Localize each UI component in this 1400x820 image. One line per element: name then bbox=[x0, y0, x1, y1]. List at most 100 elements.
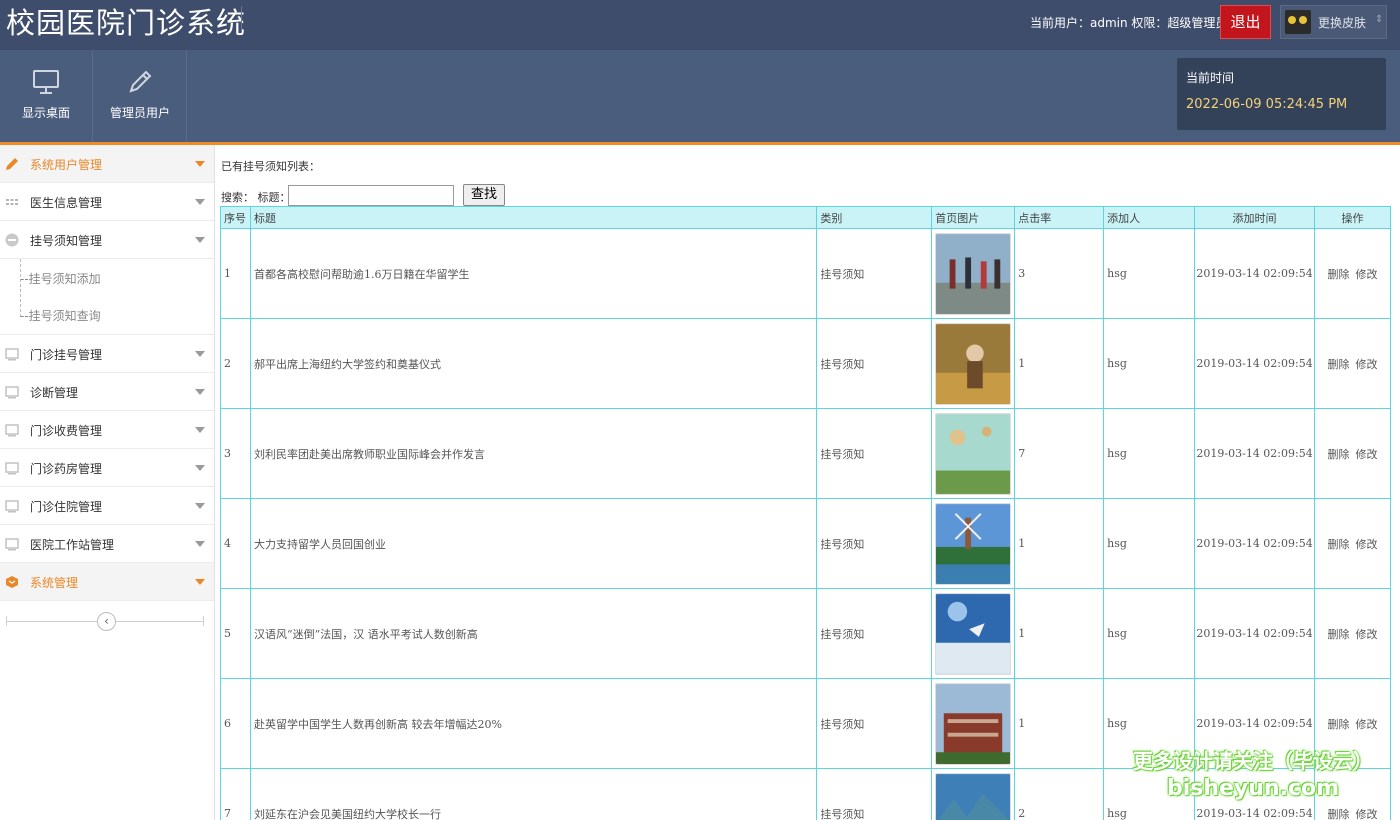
cover-image[interactable] bbox=[935, 772, 1012, 820]
column-header: 类别 bbox=[816, 206, 933, 229]
row-number: 4 bbox=[220, 498, 251, 589]
row-actions: 删除 修改 bbox=[1314, 228, 1391, 319]
delete-link[interactable]: 删除 bbox=[1328, 268, 1350, 281]
sidebar-item-outpatient-pharmacy[interactable]: 门诊药房管理 bbox=[0, 449, 214, 487]
screen-icon bbox=[5, 424, 19, 437]
column-header: 添加人 bbox=[1103, 206, 1196, 229]
cover-image[interactable] bbox=[935, 682, 1012, 765]
pencil-icon bbox=[6, 158, 18, 170]
current-time-value: 2022-06-09 05:24:45 PM bbox=[1186, 97, 1348, 112]
edit-link[interactable]: 修改 bbox=[1356, 358, 1378, 371]
row-actions: 删除 修改 bbox=[1314, 318, 1391, 409]
main-content: 已有挂号须知列表： 搜索： 标题： 查找 序号 标题 类别 首页图片 点击率 添… bbox=[216, 145, 1400, 820]
chevron-down-icon bbox=[195, 161, 205, 167]
change-skin-label: 更换皮肤 bbox=[1318, 16, 1367, 30]
sidebar-subitem-add-notice[interactable]: --挂号须知添加 bbox=[0, 259, 214, 296]
row-time: 2019-03-14 02:09:54 bbox=[1194, 588, 1316, 679]
sidebar-item-label: 挂号须知管理 bbox=[30, 234, 103, 248]
edit-link[interactable]: 修改 bbox=[1356, 538, 1378, 551]
row-title: 大力支持留学人员回国创业 bbox=[249, 498, 818, 589]
sidebar-item-system-users[interactable]: 系统用户管理 bbox=[0, 145, 214, 183]
edit-link[interactable]: 修改 bbox=[1356, 718, 1378, 731]
sidebar-item-label: 门诊挂号管理 bbox=[30, 348, 103, 362]
collapse-sidebar-button[interactable]: ‹ bbox=[97, 612, 116, 631]
change-skin-button[interactable]: 更换皮肤 ⇕ bbox=[1280, 5, 1387, 39]
edit-link[interactable]: 修改 bbox=[1356, 268, 1378, 281]
row-clicks: 1 bbox=[1014, 318, 1105, 409]
title-search-input[interactable] bbox=[288, 185, 454, 206]
grid-icon bbox=[6, 199, 18, 205]
row-time: 2019-03-14 02:09:54 bbox=[1194, 318, 1316, 409]
row-category: 挂号须知 bbox=[816, 498, 933, 589]
row-category: 挂号须知 bbox=[816, 408, 933, 499]
cover-image[interactable] bbox=[935, 412, 1012, 495]
delete-link[interactable]: 删除 bbox=[1328, 358, 1350, 371]
sidebar-item-label: 医生信息管理 bbox=[30, 196, 103, 210]
sidebar-item-label: 医院工作站管理 bbox=[30, 538, 115, 552]
admin-user-button[interactable]: 管理员用户 bbox=[94, 50, 187, 142]
row-category: 挂号须知 bbox=[816, 228, 933, 319]
logout-button[interactable]: 退出 bbox=[1220, 5, 1271, 39]
table-row: 1 首都各高校慰问帮助逾1.6万日籍在华留学生 挂号须知 3 hsg 2019-… bbox=[220, 228, 1391, 319]
delete-link[interactable]: 删除 bbox=[1328, 538, 1350, 551]
watermark: 更多设计请关注（毕设云） bisheyun.com bbox=[1118, 745, 1388, 801]
delete-link[interactable]: 删除 bbox=[1328, 448, 1350, 461]
row-number: 7 bbox=[220, 768, 251, 820]
sidebar-item-outpatient-fees[interactable]: 门诊收费管理 bbox=[0, 411, 214, 449]
delete-link[interactable]: 删除 bbox=[1328, 718, 1350, 731]
row-image-cell bbox=[931, 588, 1016, 679]
column-header: 标题 bbox=[249, 206, 818, 229]
sidebar-collapse-row: ‹ bbox=[0, 601, 214, 641]
row-actions: 删除 修改 bbox=[1314, 588, 1391, 679]
sidebar-item-inpatient[interactable]: 门诊住院管理 bbox=[0, 487, 214, 525]
sidebar-item-diagnosis[interactable]: 诊断管理 bbox=[0, 373, 214, 411]
sidebar-item-outpatient-registration[interactable]: 门诊挂号管理 bbox=[0, 335, 214, 373]
chevron-down-icon bbox=[195, 199, 205, 205]
row-clicks: 1 bbox=[1014, 588, 1105, 679]
row-time: 2019-03-14 02:09:54 bbox=[1194, 228, 1316, 319]
edit-link[interactable]: 修改 bbox=[1356, 448, 1378, 461]
sidebar-item-doctor-info[interactable]: 医生信息管理 bbox=[0, 183, 214, 221]
table-row: 3 刘利民率团赴美出席教师职业国际峰会并作发言 挂号须知 7 hsg 2019-… bbox=[220, 408, 1391, 499]
row-category: 挂号须知 bbox=[816, 588, 933, 679]
row-time: 2019-03-14 02:09:54 bbox=[1194, 498, 1316, 589]
cover-image[interactable] bbox=[935, 322, 1012, 405]
cover-image[interactable] bbox=[935, 502, 1012, 585]
row-author: hsg bbox=[1103, 588, 1196, 679]
row-author: hsg bbox=[1103, 318, 1196, 409]
sidebar-item-workstation[interactable]: 医院工作站管理 bbox=[0, 525, 214, 563]
row-image-cell bbox=[931, 318, 1016, 409]
chevron-down-icon bbox=[195, 465, 205, 471]
row-number: 2 bbox=[220, 318, 251, 409]
screen-icon bbox=[5, 386, 19, 399]
current-user-info: 当前用户：admin 权限：超级管理员 bbox=[1030, 16, 1228, 30]
column-header: 点击率 bbox=[1014, 206, 1105, 229]
sidebar-subitem-query-notice[interactable]: --挂号须知查询 bbox=[0, 296, 214, 333]
cover-image[interactable] bbox=[935, 592, 1012, 675]
row-category: 挂号须知 bbox=[816, 318, 933, 409]
row-image-cell bbox=[931, 768, 1016, 820]
row-title: 首都各高校慰问帮助逾1.6万日籍在华留学生 bbox=[249, 228, 818, 319]
search-label: 搜索： 标题： bbox=[221, 191, 291, 204]
column-header: 首页图片 bbox=[931, 206, 1016, 229]
chevron-down-icon bbox=[195, 351, 205, 357]
sidebar-item-label: 系统用户管理 bbox=[30, 158, 103, 172]
chevron-down-icon bbox=[195, 427, 205, 433]
admin-user-label: 管理员用户 bbox=[109, 106, 170, 120]
edit-link[interactable]: 修改 bbox=[1356, 808, 1378, 820]
sidebar-item-label: 诊断管理 bbox=[30, 386, 79, 400]
title-divider bbox=[241, 6, 242, 32]
delete-link[interactable]: 删除 bbox=[1328, 808, 1350, 820]
sidebar-item-registration-notice[interactable]: 挂号须知管理 bbox=[0, 221, 214, 259]
row-title: 赴英留学中国学生人数再创新高 较去年增幅达20% bbox=[249, 678, 818, 769]
search-button[interactable]: 查找 bbox=[463, 184, 505, 206]
row-clicks: 2 bbox=[1014, 768, 1105, 820]
updown-caret-icon: ⇕ bbox=[1375, 14, 1384, 25]
cover-image[interactable] bbox=[935, 232, 1012, 315]
delete-link[interactable]: 删除 bbox=[1328, 628, 1350, 641]
list-caption: 已有挂号须知列表： bbox=[221, 160, 320, 173]
sidebar-item-system-management[interactable]: 系统管理 bbox=[0, 563, 214, 601]
edit-link[interactable]: 修改 bbox=[1356, 628, 1378, 641]
row-image-cell bbox=[931, 678, 1016, 769]
show-desktop-button[interactable]: 显示桌面 bbox=[0, 50, 93, 142]
